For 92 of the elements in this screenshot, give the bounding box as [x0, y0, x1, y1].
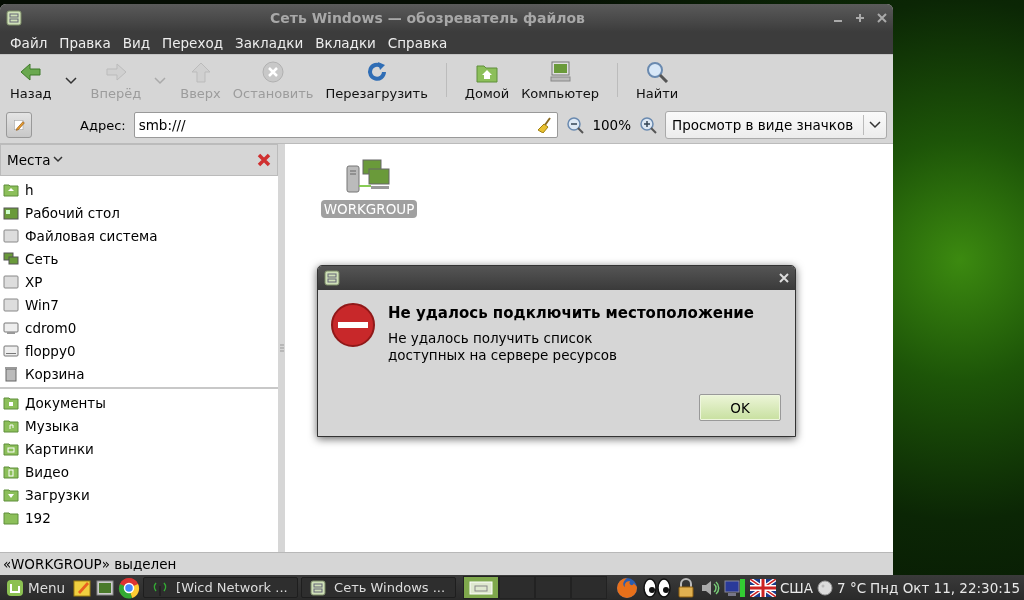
notepad-icon[interactable]	[72, 577, 93, 598]
search-icon	[645, 61, 670, 83]
padlock-icon[interactable]	[675, 577, 696, 598]
folder-icon	[3, 486, 19, 503]
caret-icon	[62, 76, 79, 86]
browser-icon[interactable]	[118, 576, 141, 599]
sidebar-item[interactable]: Картинки	[0, 437, 278, 460]
window-title: Сеть Windows — обозреватель файлов	[269, 10, 586, 26]
close-icon[interactable]	[877, 13, 887, 23]
taskbar-window-button[interactable]: [Wicd Network ...	[143, 577, 299, 598]
caret-icon	[52, 156, 63, 164]
home-folder-icon	[3, 181, 19, 198]
dialog-heading: Не удалось подключить местоположение	[388, 304, 755, 322]
volume-icon[interactable]	[699, 578, 720, 597]
ok-button[interactable]: OK	[699, 394, 781, 421]
toolbar-button[interactable]: Домой	[458, 61, 516, 107]
sidebar-item[interactable]: 192	[0, 506, 278, 529]
eyes-icon[interactable]	[641, 577, 672, 598]
drive-icon	[3, 296, 19, 313]
splitter-handle-icon[interactable]	[279, 344, 284, 352]
menu-item[interactable]: Файл	[4, 35, 54, 51]
arrow-right-icon	[103, 61, 128, 83]
taskbar-window-button[interactable]: Сеть Windows ...	[301, 577, 457, 598]
flag-icon[interactable]	[749, 578, 776, 597]
folder-icon	[3, 417, 19, 434]
network-monitor-icon[interactable]	[723, 577, 746, 598]
workspace-switcher-cell[interactable]	[571, 576, 608, 599]
workspace-switcher-cell[interactable]	[535, 576, 572, 599]
edit-button[interactable]	[6, 112, 32, 138]
sidebar-item[interactable]: Рабочий стол	[0, 201, 278, 224]
sidebar-item[interactable]: Сеть	[0, 247, 278, 270]
sidebar-item[interactable]: Загрузки	[0, 483, 278, 506]
stop-icon	[261, 61, 286, 83]
trash-icon	[3, 365, 19, 382]
address-field[interactable]: smb:///	[133, 112, 559, 138]
network-icon	[3, 250, 19, 267]
toolbar-button[interactable]: Перезагрузить	[319, 61, 434, 107]
optical-drive-icon	[3, 319, 19, 336]
cabinet-icon	[324, 270, 340, 286]
folder-icon	[3, 509, 19, 526]
folder-icon	[3, 440, 19, 457]
sidebar-item[interactable]: h	[0, 178, 278, 201]
menu-item[interactable]: Вид	[116, 35, 157, 51]
zoom-in-icon[interactable]	[639, 116, 657, 134]
floppy-drive-icon	[3, 342, 19, 359]
terminal-icon[interactable]	[95, 577, 116, 598]
clock[interactable]: Пнд Окт 11, 22:30:15	[870, 579, 1020, 596]
sidebar-item[interactable]: Музыка	[0, 414, 278, 437]
keyboard-layout[interactable]: США	[779, 579, 813, 596]
error-icon	[330, 302, 376, 348]
zoom-out-icon[interactable]	[566, 116, 585, 134]
temperature: 7 °C	[837, 579, 867, 596]
workspace-switcher-cell[interactable]	[463, 576, 500, 599]
toolbar-button[interactable]: Найти	[630, 61, 685, 107]
folder-icon	[3, 394, 19, 411]
cabinet-icon	[6, 10, 22, 26]
sidebar-item[interactable]: cdrom0	[0, 316, 278, 339]
menu-item[interactable]: Закладки	[229, 35, 310, 51]
toolbar-button[interactable]: Компьютер	[515, 61, 606, 107]
cabinet-icon	[310, 579, 327, 596]
caret-icon	[869, 121, 881, 129]
zoom-level: 100%	[592, 117, 631, 133]
sidebar-item[interactable]: floppy0	[0, 339, 278, 362]
window-icon	[469, 580, 494, 595]
arrow-left-icon	[18, 61, 43, 83]
sidebar-item[interactable]: Файловая система	[0, 224, 278, 247]
sidebar-item[interactable]: Win7	[0, 293, 278, 316]
close-icon[interactable]	[257, 153, 271, 167]
start-menu-button[interactable]: Menu	[4, 578, 70, 597]
maximize-icon[interactable]	[855, 13, 865, 23]
menu-item[interactable]: Переход	[156, 35, 229, 51]
broom-icon[interactable]	[537, 117, 554, 133]
drive-icon	[3, 273, 19, 290]
toolbar-button[interactable]: Назад	[4, 61, 85, 107]
address-label: Адрес:	[80, 117, 126, 133]
caret-icon	[152, 76, 169, 86]
moon-icon	[817, 579, 833, 596]
places-dropdown[interactable]: Места	[7, 152, 63, 168]
sidebar-item[interactable]: XP	[0, 270, 278, 293]
sidebar-item[interactable]: Видео	[0, 460, 278, 483]
computer-icon	[548, 61, 573, 83]
folder-icon	[3, 463, 19, 480]
workspace-switcher-cell[interactable]	[499, 576, 536, 599]
sidebar-item[interactable]: Корзина	[0, 362, 278, 385]
menu-item[interactable]: Правка	[53, 35, 117, 51]
dialog-message: Не удалось получить список доступных на сервере ресурсов	[388, 330, 619, 364]
view-mode-dropdown[interactable]: Просмотр в виде значков	[665, 111, 887, 139]
desktop-icon	[3, 204, 19, 221]
menu-item[interactable]: Справка	[381, 35, 454, 51]
sidebar-item[interactable]: Документы	[0, 391, 278, 414]
drive-icon	[3, 227, 19, 244]
menu-item[interactable]: Вкладки	[309, 35, 382, 51]
